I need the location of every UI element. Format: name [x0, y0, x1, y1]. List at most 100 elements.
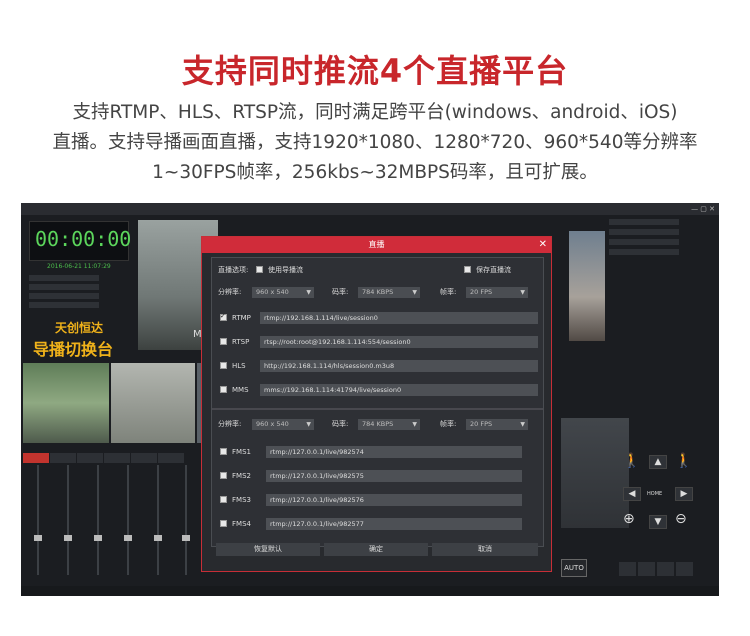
status-bar [21, 586, 719, 596]
slider-knob[interactable] [64, 535, 72, 541]
volume-slider[interactable] [154, 465, 162, 575]
fms2-checkbox[interactable] [220, 472, 227, 479]
bitrate-select-2[interactable]: 784 KBPS ▼ [358, 419, 420, 430]
mixer-tab[interactable] [158, 453, 184, 463]
slider-knob[interactable] [124, 535, 132, 541]
volume-slider[interactable] [34, 465, 42, 575]
logo-text-line-1: 天创恒达 [55, 321, 104, 335]
preview-video-5[interactable] [569, 231, 605, 341]
headline: 支持同时推流4个直播平台 [181, 52, 569, 90]
resolution-label-2: 分辨率: [218, 420, 242, 428]
slider-knob[interactable] [34, 535, 42, 541]
page-button[interactable] [619, 562, 636, 576]
live-options-label: 直播选项: [218, 266, 249, 274]
rtmp-checkbox[interactable] [220, 312, 227, 321]
rtmp-url-field[interactable]: rtmp://192.168.1.114/live/session0 [260, 312, 538, 324]
fms1-checkbox[interactable] [220, 448, 227, 455]
audio-mixer [25, 465, 197, 587]
home-label[interactable]: HOME [647, 491, 662, 497]
zoom-out-icon[interactable]: ⊖ [675, 511, 687, 527]
mixer-tab[interactable] [77, 453, 103, 463]
mms-checkbox[interactable] [220, 386, 227, 393]
auto-button[interactable]: AUTO [561, 559, 587, 577]
fms-name-3: FMS3 [232, 496, 251, 504]
framerate-value-2: 20 FPS [470, 420, 493, 428]
fms-name-1: FMS1 [232, 448, 251, 456]
window-controls-icon[interactable]: — ▢ ✕ [691, 203, 715, 215]
save-stream-checkbox[interactable] [464, 266, 471, 273]
use-director-checkbox[interactable] [256, 266, 263, 273]
fms4-checkbox[interactable] [220, 520, 227, 527]
mms-url-field[interactable]: mms://192.168.1.114:41794/live/session0 [260, 384, 538, 396]
dialog-title: 直播 [202, 237, 551, 253]
resolution-select[interactable]: 960 x 540 ▼ [252, 287, 314, 298]
mixer-tab[interactable] [50, 453, 76, 463]
stream-name-hls: HLS [232, 362, 246, 370]
bitrate-label-2: 码率: [332, 420, 349, 428]
slider-knob[interactable] [182, 535, 190, 541]
mixer-tabs [23, 448, 197, 463]
rtsp-checkbox[interactable] [220, 338, 227, 345]
preview-video-2[interactable] [23, 363, 109, 443]
page-button[interactable] [638, 562, 655, 576]
walk-left-icon[interactable]: 🚶 [623, 453, 640, 469]
framerate-select[interactable]: 20 FPS ▼ [466, 287, 528, 298]
fms4-url-field[interactable]: rtmp://127.0.0.1/live/982577 [266, 518, 522, 530]
mixer-tab[interactable] [104, 453, 130, 463]
framerate-select-2[interactable]: 20 FPS ▼ [466, 419, 528, 430]
framerate-label: 帧率: [440, 288, 457, 296]
page-button[interactable] [676, 562, 693, 576]
live-dialog: 直播 ✕ 直播选项: 使用导播流 保存直播流 分辨率: 960 x 540 ▼ 码… [201, 236, 552, 572]
chevron-down-icon: ▼ [412, 421, 417, 428]
arrow-down-icon[interactable]: ▼ [649, 515, 667, 529]
use-director-label: 使用导播流 [268, 266, 303, 274]
fms1-url-field[interactable]: rtmp://127.0.0.1/live/982574 [266, 446, 522, 458]
fms3-url-field[interactable]: rtmp://127.0.0.1/live/982576 [266, 494, 522, 506]
stream-name-rtmp: RTMP [232, 314, 251, 322]
mixer-tab[interactable] [131, 453, 157, 463]
fms3-checkbox[interactable] [220, 496, 227, 503]
volume-slider[interactable] [124, 465, 132, 575]
hls-checkbox[interactable] [220, 362, 227, 369]
chevron-down-icon: ▼ [520, 421, 525, 428]
fms2-url-field[interactable]: rtmp://127.0.0.1/live/982575 [266, 470, 522, 482]
walk-right-icon[interactable]: 🚶 [675, 453, 692, 469]
hls-url-field[interactable]: http://192.168.1.114/hls/session0.m3u8 [260, 360, 538, 372]
chevron-down-icon: ▼ [412, 289, 417, 296]
close-icon[interactable]: ✕ [539, 238, 547, 252]
promo-card: 支持同时推流4个直播平台 支持RTMP、HLS、RTSP流，同时满足跨平台(wi… [0, 0, 750, 636]
bitrate-select[interactable]: 784 KBPS ▼ [358, 287, 420, 298]
framerate-value: 20 FPS [470, 288, 493, 296]
description-line-3: 1~30FPS帧率，256kbs~32MBPS码率，且可扩展。 [152, 162, 598, 183]
slider-knob[interactable] [154, 535, 162, 541]
mixer-tab[interactable] [23, 453, 49, 463]
stream-name-rtsp: RTSP [232, 338, 250, 346]
save-stream-label: 保存直播流 [476, 266, 511, 274]
slider-knob[interactable] [94, 535, 102, 541]
ok-button[interactable]: 确定 [324, 543, 428, 556]
restore-default-button[interactable]: 恢复默认 [216, 543, 320, 556]
volume-slider[interactable] [94, 465, 102, 575]
fms-name-4: FMS4 [232, 520, 251, 528]
right-option-list [609, 219, 679, 269]
arrow-left-icon[interactable]: ◀ [623, 487, 641, 501]
resolution-value-2: 960 x 540 [256, 420, 289, 428]
cancel-button[interactable]: 取消 [432, 543, 538, 556]
zoom-in-icon[interactable]: ⊕ [623, 511, 635, 527]
left-info-list [29, 275, 129, 311]
resolution-label: 分辨率: [218, 288, 242, 296]
preview-video-3[interactable] [111, 363, 195, 443]
arrow-up-icon[interactable]: ▲ [649, 455, 667, 469]
volume-slider[interactable] [182, 465, 190, 575]
volume-slider[interactable] [64, 465, 72, 575]
stream-name-mms: MMS [232, 386, 249, 394]
dialog-body: 直播选项: 使用导播流 保存直播流 分辨率: 960 x 540 ▼ 码率: 78… [211, 257, 544, 547]
page-button[interactable] [657, 562, 674, 576]
chevron-down-icon: ▼ [520, 289, 525, 296]
date-display: 2016-06-21 11:07:29 [47, 263, 111, 270]
description-line-1: 支持RTMP、HLS、RTSP流，同时满足跨平台(windows、android… [72, 102, 678, 123]
rtsp-url-field[interactable]: rtsp://root:root@192.168.1.114:554/sessi… [260, 336, 538, 348]
resolution-select-2[interactable]: 960 x 540 ▼ [252, 419, 314, 430]
bitrate-value: 784 KBPS [362, 288, 394, 296]
arrow-right-icon[interactable]: ▶ [675, 487, 693, 501]
